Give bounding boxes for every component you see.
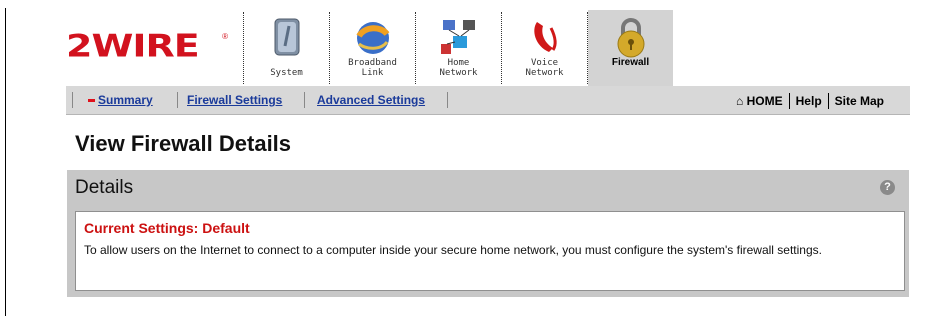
nav-item-system[interactable]: System bbox=[244, 10, 329, 86]
subnav-separator bbox=[72, 92, 73, 108]
current-settings-heading: Current Settings: Default bbox=[84, 220, 250, 236]
page-title: View Firewall Details bbox=[75, 131, 292, 156]
voice-network-icon bbox=[522, 16, 568, 60]
home-network-icon bbox=[436, 16, 482, 60]
nav-label-home-network: Home Network bbox=[439, 58, 478, 78]
help-icon[interactable]: ? bbox=[880, 180, 895, 195]
subnav-separator bbox=[447, 92, 448, 108]
nav-label-firewall: Firewall bbox=[611, 57, 650, 68]
brand-logo[interactable]: 2WIRE ® bbox=[66, 26, 230, 66]
details-content-box: Current Settings: Default To allow users… bbox=[75, 211, 905, 291]
home-link-label: HOME bbox=[746, 94, 783, 108]
home-link[interactable]: ⌂ HOME bbox=[730, 94, 789, 108]
panel-title: Details bbox=[75, 177, 134, 198]
help-link[interactable]: Help bbox=[790, 94, 828, 108]
firewall-lock-icon bbox=[608, 16, 654, 60]
tab-firewall-settings[interactable]: Firewall Settings bbox=[187, 93, 282, 107]
subnav-separator bbox=[304, 92, 305, 108]
nav-label-voice-network: Voice Network bbox=[525, 58, 564, 78]
nav-item-broadband-link[interactable]: Broadband Link bbox=[330, 10, 415, 86]
sub-nav-bar: Summary Firewall Settings Advanced Setti… bbox=[66, 86, 910, 115]
utility-links: ⌂ HOME Help Site Map bbox=[730, 93, 890, 109]
site-map-link[interactable]: Site Map bbox=[829, 94, 890, 108]
broadband-link-icon bbox=[350, 16, 396, 60]
registered-mark: ® bbox=[222, 32, 228, 41]
nav-label-system: System bbox=[270, 68, 303, 78]
nav-item-home-network[interactable]: Home Network bbox=[416, 10, 501, 86]
nav-item-voice-network[interactable]: Voice Network bbox=[502, 10, 587, 86]
left-border-rule bbox=[5, 8, 6, 316]
subnav-separator bbox=[177, 92, 178, 108]
active-tab-indicator bbox=[88, 99, 95, 102]
main-nav: System Broadband Link Home Network Voice… bbox=[243, 10, 673, 86]
nav-item-firewall[interactable]: Firewall bbox=[588, 10, 673, 86]
home-icon: ⌂ bbox=[736, 94, 744, 108]
nav-label-broadband-link: Broadband Link bbox=[348, 58, 397, 78]
tab-summary[interactable]: Summary bbox=[98, 93, 153, 107]
tab-advanced-settings[interactable]: Advanced Settings bbox=[317, 93, 425, 107]
system-icon bbox=[264, 16, 310, 60]
details-panel: Details ? Current Settings: Default To a… bbox=[67, 170, 909, 297]
firewall-description: To allow users on the Internet to connec… bbox=[84, 243, 822, 257]
logo-text: 2WIRE bbox=[66, 27, 200, 65]
